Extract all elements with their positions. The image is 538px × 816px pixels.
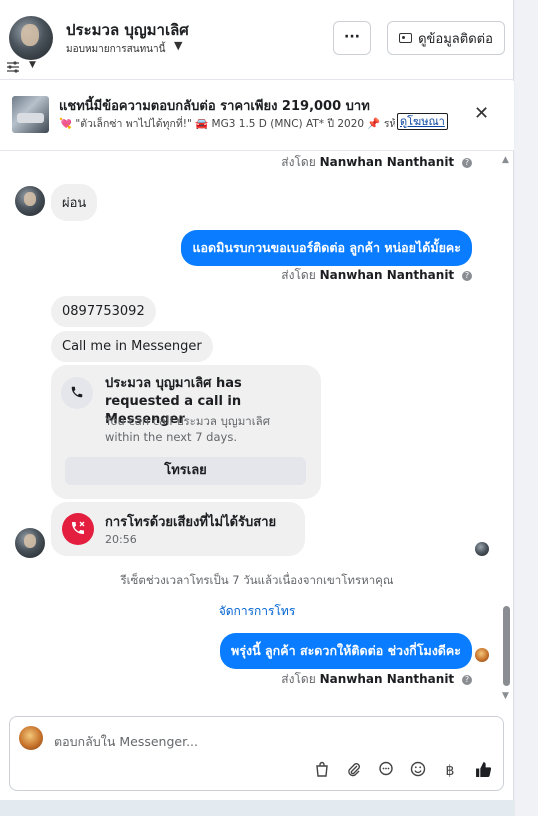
sent-by-label: ส่งโดย Nanwhan Nanthanit ? (281, 153, 472, 172)
call-request-subtitle: You can call ประมวล บุญมาเลิศ within the… (105, 414, 271, 444)
conversation-header: ▼ ประมวล บุญมาเลิศ มอบหมายการสนทนานี้ ▼ … (0, 0, 514, 80)
message-composer[interactable]: ตอบกลับใน Messenger... ฿ (9, 716, 504, 791)
sliders-icon[interactable] (6, 60, 20, 74)
sender-name: Nanwhan Nanthanit (319, 268, 455, 282)
incoming-message[interactable]: ผ่อน (51, 184, 98, 221)
ad-thumbnail (12, 96, 49, 133)
call-request-card: ประมวล บุญมาเลิศ has requested a call in… (51, 365, 321, 499)
ad-title: แชทนี้มีข้อความตอบกลับต่อ ราคาเพียง 219,… (59, 99, 370, 114)
baht-icon[interactable]: ฿ (440, 761, 460, 781)
seen-indicator-avatar (475, 648, 489, 662)
missed-call-icon (62, 513, 94, 545)
ad-subtitle: 💘 "ตัวเล็กซ่า พาไปได้ทุกที่!" 🚘 MG3 1.5 … (59, 118, 395, 130)
sent-by-prefix: ส่งโดย (281, 268, 316, 282)
thumbs-up-icon[interactable] (473, 761, 493, 781)
reply-input[interactable]: ตอบกลับใน Messenger... (54, 732, 198, 752)
seen-indicator-avatar (475, 542, 489, 556)
bottom-edge-background (0, 800, 515, 816)
incoming-message[interactable]: 0897753092 (51, 296, 156, 327)
info-icon[interactable]: ? (462, 675, 472, 685)
page-avatar (19, 726, 43, 750)
close-icon[interactable]: ✕ (474, 103, 489, 124)
view-ad-link[interactable]: ดูโฆษณา (397, 113, 448, 130)
view-contact-info-button[interactable]: ดูข้อมูลติดต่อ (387, 21, 505, 55)
info-icon[interactable]: ? (462, 158, 472, 168)
contact-name[interactable]: ประมวล บุญมาเลิศ (66, 18, 189, 42)
right-edge-background (515, 0, 538, 816)
attachment-icon[interactable] (344, 761, 364, 781)
chevron-down-icon[interactable]: ▼ (29, 60, 36, 70)
scrollbar-thumb[interactable] (503, 606, 510, 686)
contact-avatar-small (15, 528, 45, 558)
conversation-panel: ▼ ประมวล บุญมาเลิศ มอบหมายการสนทนานี้ ▼ … (0, 0, 514, 800)
info-icon[interactable]: ? (462, 271, 472, 281)
sender-name: Nanwhan Nanthanit (319, 672, 455, 686)
bag-icon[interactable] (312, 761, 332, 781)
thread-scrollbar[interactable]: ▲ ▼ (501, 155, 513, 703)
emoji-icon[interactable] (408, 761, 428, 781)
assign-conversation-label[interactable]: มอบหมายการสนทนานี้ (66, 42, 165, 57)
ad-context-banner: แชทนี้มีข้อความตอบกลับต่อ ราคาเพียง 219,… (0, 81, 514, 151)
missed-call-title: การโทรด้วยเสียงที่ไม่ได้รับสาย (105, 515, 277, 530)
view-contact-info-label: ดูข้อมูลติดต่อ (418, 31, 493, 47)
manage-calls-link[interactable]: จัดการการโทร (0, 602, 514, 621)
outgoing-message[interactable]: พรุ่งนี้ ลูกค้า สะดวกให้ติดต่อ ช่วงกี่โม… (220, 633, 472, 669)
more-options-button[interactable]: ··· (333, 21, 371, 55)
sent-by-prefix: ส่งโดย (281, 155, 316, 169)
contact-card-icon (399, 33, 413, 43)
outgoing-message[interactable]: แอดมินรบกวนขอเบอร์ติดต่อ ลูกค้า หน่อยได้… (181, 230, 472, 266)
contact-avatar-small (15, 186, 45, 216)
missed-call-card[interactable]: การโทรด้วยเสียงที่ไม่ได้รับสาย 20:56 (51, 502, 305, 556)
sent-by-label: ส่งโดย Nanwhan Nanthanit ? (281, 266, 472, 285)
sent-by-prefix: ส่งโดย (281, 672, 316, 686)
message-thread[interactable]: ส่งโดย Nanwhan Nanthanit ? ผ่อน แอดมินรบ… (0, 152, 514, 704)
contact-avatar[interactable] (9, 16, 53, 60)
scroll-down-icon[interactable]: ▼ (502, 691, 509, 701)
missed-call-time: 20:56 (105, 533, 137, 546)
sender-name: Nanwhan Nanthanit (319, 155, 455, 169)
phone-icon (61, 377, 93, 409)
incoming-message[interactable]: Call me in Messenger (51, 331, 213, 362)
call-now-button[interactable]: โทรเลย (65, 457, 306, 485)
chat-bubble-icon[interactable] (376, 761, 396, 781)
chevron-down-icon[interactable]: ▼ (174, 39, 182, 52)
call-window-reset-note: รีเซ็ตช่วงเวลาโทรเป็น 7 วันแล้วเนื่องจาก… (120, 573, 394, 587)
sent-by-label: ส่งโดย Nanwhan Nanthanit ? (281, 670, 472, 689)
scroll-up-icon[interactable]: ▲ (502, 155, 509, 165)
